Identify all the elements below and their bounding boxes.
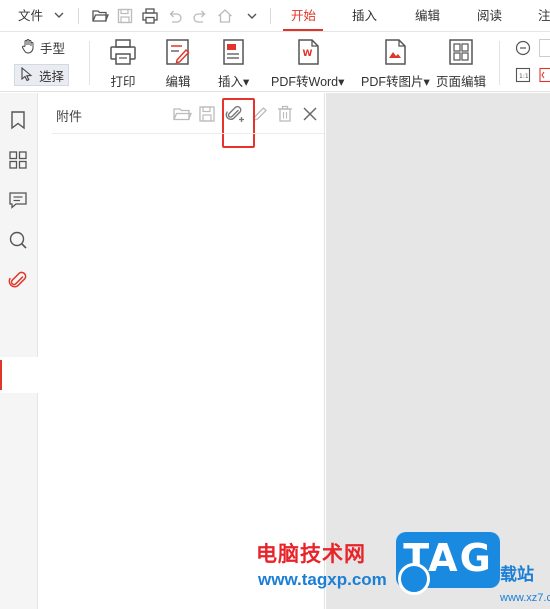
print-icon[interactable] [141, 7, 159, 25]
zoom-input[interactable] [539, 39, 550, 57]
pdf-to-word-label: PDF转Word▾ [271, 75, 345, 89]
file-menu[interactable]: 文件 [18, 0, 43, 32]
pdf-to-image-icon [380, 37, 410, 67]
insert-button[interactable]: 插入▾ [218, 37, 249, 90]
close-icon[interactable] [300, 104, 320, 124]
watermark-site-name: 电脑技术网 [256, 542, 366, 566]
pdf-to-word-button[interactable]: W PDF转Word▾ [271, 37, 344, 90]
page-edit-icon [446, 37, 476, 67]
comments-icon[interactable] [7, 189, 29, 211]
hand-tool-label: 手型 [40, 41, 66, 56]
cursor-arrow-icon [19, 66, 35, 85]
watermark-url: www.tagxp.com [258, 570, 387, 589]
watermark-logo-circle [398, 563, 430, 595]
actual-size-icon[interactable]: 1:1 [515, 67, 531, 83]
svg-text:1:1: 1:1 [519, 73, 529, 80]
printer-icon [108, 37, 138, 67]
tab-start[interactable]: 开始 [291, 0, 316, 32]
select-tool-button[interactable]: 选择 [14, 64, 70, 86]
page-edit-button[interactable]: 页面编辑 [436, 37, 486, 90]
hand-icon [20, 38, 36, 57]
pdf-to-word-icon: W [293, 37, 323, 67]
open-folder-icon[interactable] [172, 104, 192, 124]
redo-icon[interactable] [191, 7, 209, 25]
divider [499, 41, 500, 85]
tab-insert[interactable]: 插入 [352, 0, 377, 32]
tab-annotate[interactable]: 注 [538, 0, 550, 32]
panel-title: 附件 [56, 109, 83, 124]
print-label: 打印 [110, 75, 136, 89]
left-navigation-rail [0, 93, 38, 609]
menu-bar: 文件 开始 插入 编辑 阅读 注 [0, 0, 550, 32]
zoom-out-icon[interactable] [515, 40, 531, 56]
watermark-side-url: www.xz7.com [500, 592, 550, 604]
svg-text:W: W [302, 49, 312, 59]
print-button[interactable]: 打印 [108, 37, 138, 90]
ribbon-toolbar: 手型 选择 打印 编辑 插入▾ W PDF转Word▾ PDF转图片▾ 页面编辑… [0, 33, 550, 92]
search-icon[interactable] [7, 229, 29, 251]
add-attachment-highlight [222, 98, 255, 148]
save-icon[interactable] [116, 7, 134, 25]
page-edit-label: 页面编辑 [436, 75, 487, 89]
rail-active-indicator [0, 360, 2, 390]
attachment-panel: 附件 [38, 93, 325, 609]
divider [270, 8, 271, 24]
watermark-side-text: 载站 [500, 565, 534, 585]
edit-button[interactable]: 编辑 [163, 37, 193, 90]
home-icon[interactable] [216, 7, 234, 25]
tab-edit[interactable]: 编辑 [415, 0, 440, 32]
hand-tool-button[interactable]: 手型 [16, 36, 69, 58]
divider [89, 41, 90, 85]
chevron-down-icon[interactable] [52, 8, 66, 22]
pdf-to-image-label: PDF转图片▾ [361, 75, 430, 89]
edit-document-icon [163, 37, 193, 67]
bookmark-icon[interactable] [7, 109, 29, 131]
rail-active-background [0, 357, 38, 393]
insert-page-icon [219, 37, 249, 67]
pdf-to-image-button[interactable]: PDF转图片▾ [361, 37, 430, 90]
undo-icon[interactable] [166, 7, 184, 25]
edit-label: 编辑 [165, 75, 191, 89]
save-icon[interactable] [197, 104, 217, 124]
divider [78, 8, 79, 24]
attachment-icon[interactable] [7, 269, 29, 291]
dropdown-icon[interactable] [243, 7, 261, 25]
open-folder-icon[interactable] [91, 7, 109, 25]
thumbnails-icon[interactable] [7, 149, 29, 171]
insert-label: 插入▾ [218, 75, 250, 89]
select-tool-label: 选择 [39, 69, 65, 84]
tab-read[interactable]: 阅读 [477, 0, 502, 32]
panel-header-divider [52, 133, 324, 134]
delete-icon[interactable] [275, 104, 295, 124]
fit-page-icon[interactable] [539, 67, 550, 83]
active-tab-indicator [283, 29, 323, 31]
